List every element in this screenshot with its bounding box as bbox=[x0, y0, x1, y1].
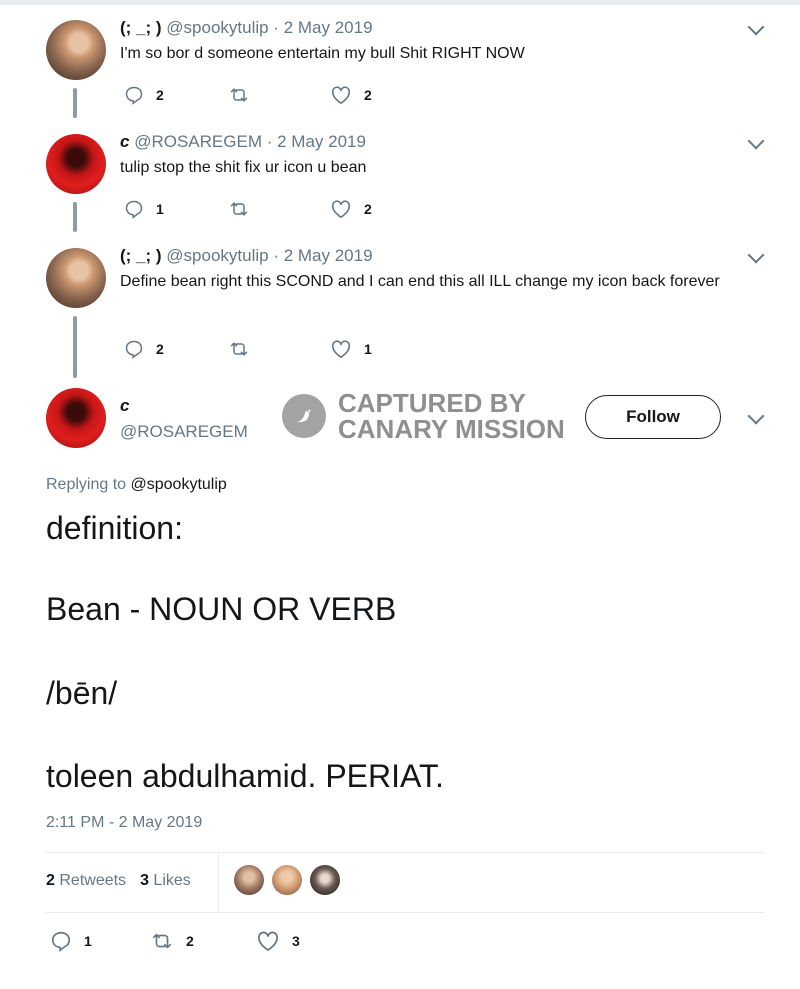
retweet-button[interactable] bbox=[228, 339, 250, 359]
reply-button[interactable]: 1 bbox=[124, 199, 164, 219]
reply-count: 2 bbox=[156, 87, 164, 103]
retweet-count: 2 bbox=[186, 933, 194, 949]
like-count: 3 bbox=[140, 872, 149, 889]
retweet-count: 2 bbox=[46, 872, 55, 889]
handle[interactable]: @ROSAREGEM bbox=[134, 132, 262, 151]
retweet-icon bbox=[230, 88, 248, 102]
tweet-line-1: definition: bbox=[46, 510, 183, 546]
like-button[interactable]: 2 bbox=[330, 85, 372, 105]
follow-button[interactable]: Follow bbox=[585, 395, 721, 439]
tweet-header: (; _; ) @spookytulip · 2 May 2019 bbox=[120, 18, 373, 38]
reply-icon bbox=[125, 200, 143, 219]
reply-button[interactable]: 2 bbox=[124, 85, 164, 105]
retweet-button[interactable] bbox=[228, 199, 250, 219]
watermark: CAPTURED BY CANARY MISSION bbox=[282, 390, 565, 442]
retweet-button[interactable]: 2 bbox=[150, 930, 194, 952]
liker-avatar[interactable] bbox=[272, 865, 302, 895]
likes-stat[interactable]: 3 Likes bbox=[140, 872, 191, 890]
top-border bbox=[0, 0, 800, 5]
display-name[interactable]: c bbox=[120, 132, 129, 151]
watermark-line-2: CANARY MISSION bbox=[338, 414, 565, 444]
like-label: Likes bbox=[153, 872, 191, 889]
liker-avatar[interactable] bbox=[310, 865, 340, 895]
divider bbox=[218, 853, 219, 913]
like-count: 2 bbox=[364, 87, 372, 103]
like-icon bbox=[331, 340, 351, 358]
reply-count: 1 bbox=[156, 201, 164, 217]
tweet-line-3: /bēn/ bbox=[46, 675, 118, 711]
chevron-down-icon[interactable] bbox=[747, 132, 765, 150]
replying-to: Replying to @spookytulip bbox=[46, 476, 227, 494]
like-count: 3 bbox=[292, 933, 300, 949]
avatar[interactable] bbox=[46, 134, 106, 194]
reply-button[interactable]: 1 bbox=[50, 930, 92, 952]
divider bbox=[46, 852, 764, 853]
like-icon bbox=[331, 200, 351, 218]
watermark-line-1: CAPTURED BY bbox=[338, 388, 526, 418]
tweet-header: c @ROSAREGEM · 2 May 2019 bbox=[120, 132, 366, 152]
reply-icon bbox=[125, 340, 143, 359]
like-button[interactable]: 1 bbox=[330, 339, 372, 359]
replying-handle[interactable]: @spookytulip bbox=[131, 476, 227, 493]
reply-count: 2 bbox=[156, 341, 164, 357]
tweet-text: I'm so bor d someone entertain my bull S… bbox=[120, 45, 525, 62]
handle[interactable]: @spookytulip bbox=[166, 18, 268, 37]
retweet-label: Retweets bbox=[59, 872, 127, 889]
tweet-date[interactable]: · 2 May 2019 bbox=[273, 18, 372, 37]
avatar[interactable] bbox=[46, 388, 106, 448]
retweet-icon bbox=[230, 202, 248, 216]
display-name[interactable]: (; _; ) bbox=[120, 18, 162, 37]
chevron-down-icon[interactable] bbox=[747, 18, 765, 36]
retweets-stat[interactable]: 2 Retweets bbox=[46, 872, 126, 890]
retweet-button[interactable] bbox=[228, 85, 250, 105]
like-count: 1 bbox=[364, 341, 372, 357]
thread-line bbox=[73, 88, 77, 118]
reply-button[interactable]: 2 bbox=[124, 339, 164, 359]
handle[interactable]: @ROSAREGEM bbox=[120, 422, 248, 442]
like-icon bbox=[257, 931, 279, 951]
retweet-icon bbox=[230, 342, 248, 356]
reply-icon bbox=[125, 86, 143, 105]
chevron-down-icon[interactable] bbox=[747, 407, 765, 425]
tweet-stats: 2 Retweets 3 Likes bbox=[46, 872, 191, 890]
thread-line bbox=[73, 202, 77, 232]
timestamp[interactable]: 2:11 PM - 2 May 2019 bbox=[46, 814, 202, 832]
tweet-text: tulip stop the shit fix ur icon u bean bbox=[120, 159, 367, 176]
avatar[interactable] bbox=[46, 248, 106, 308]
reply-count: 1 bbox=[84, 933, 92, 949]
retweet-icon bbox=[152, 933, 172, 949]
tweet-text: Define bean right this SCOND and I can e… bbox=[120, 273, 720, 290]
tweet-date[interactable]: · 2 May 2019 bbox=[273, 246, 372, 265]
like-button[interactable]: 2 bbox=[330, 199, 372, 219]
replying-prefix: Replying to bbox=[46, 476, 127, 493]
display-name[interactable]: c bbox=[120, 396, 129, 416]
chevron-down-icon[interactable] bbox=[747, 246, 765, 264]
canary-logo-icon bbox=[282, 394, 326, 438]
liker-avatar[interactable] bbox=[234, 865, 264, 895]
tweet-line-2: Bean - NOUN OR VERB bbox=[46, 591, 397, 627]
thread-line bbox=[73, 316, 77, 378]
divider bbox=[46, 912, 764, 913]
tweet-header: (; _; ) @spookytulip · 2 May 2019 bbox=[120, 246, 373, 266]
like-count: 2 bbox=[364, 201, 372, 217]
handle[interactable]: @spookytulip bbox=[166, 246, 268, 265]
reply-icon bbox=[51, 931, 71, 952]
avatar[interactable] bbox=[46, 20, 106, 80]
like-icon bbox=[331, 86, 351, 104]
like-button[interactable]: 3 bbox=[256, 930, 300, 952]
display-name[interactable]: (; _; ) bbox=[120, 246, 162, 265]
tweet-date[interactable]: · 2 May 2019 bbox=[267, 132, 366, 151]
tweet-line-4: toleen abdulhamid. PERIAT. bbox=[46, 758, 444, 794]
